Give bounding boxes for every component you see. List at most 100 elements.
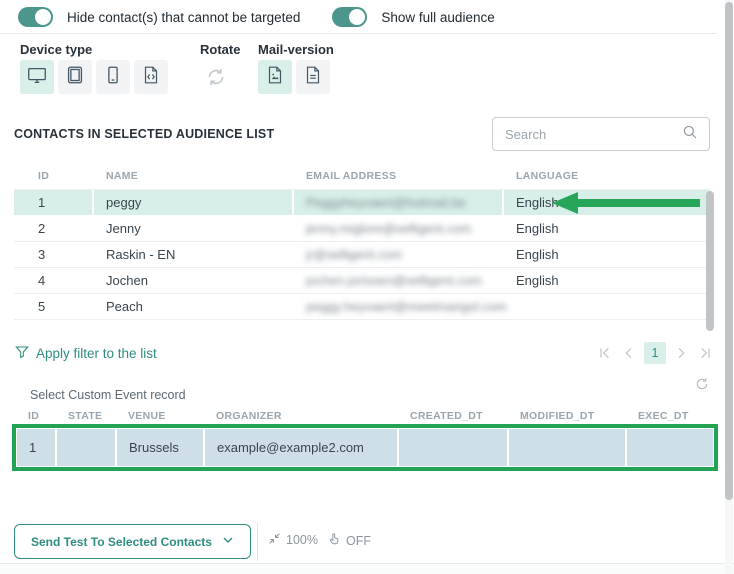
refresh-icon[interactable]	[694, 376, 710, 392]
cell-email-blurred: jr@selligent.com	[306, 247, 402, 262]
pagination-first-button[interactable]	[596, 344, 614, 362]
search-input[interactable]	[505, 127, 681, 142]
image-document-icon	[264, 64, 286, 91]
col-state: STATE	[56, 410, 116, 422]
cell-id: 3	[14, 242, 94, 267]
cell-name: peggy	[94, 190, 294, 215]
text-document-icon	[302, 64, 324, 91]
contacts-table-scrollbar[interactable]	[706, 191, 714, 331]
zoom-indicator[interactable]: 100%	[268, 532, 318, 548]
cell-id: 1	[17, 429, 57, 466]
contact-row[interactable]: 3 Raskin - EN jr@selligent.com English	[14, 242, 710, 268]
device-tablet-button[interactable]	[58, 60, 92, 94]
cell-email-blurred: Peggyheyvaert@hotmail.be	[306, 195, 466, 210]
contacts-list-title: CONTACTS IN SELECTED AUDIENCE LIST	[14, 127, 274, 141]
test-send-panel: Hide contact(s) that cannot be targeted …	[0, 0, 734, 574]
device-desktop-button[interactable]	[20, 60, 54, 94]
page-scrollbar[interactable]	[725, 0, 733, 574]
cell-name: Jenny	[94, 216, 294, 241]
custom-event-label: Select Custom Event record	[30, 388, 186, 402]
mail-version-label: Mail-version	[258, 42, 334, 57]
toggles-row: Hide contact(s) that cannot be targeted …	[18, 7, 513, 27]
col-email: EMAIL ADDRESS	[294, 170, 504, 182]
filter-funnel-icon	[14, 344, 30, 363]
custom-event-table: ID STATE VENUE ORGANIZER CREATED_DT MODI…	[16, 406, 716, 426]
device-mobile-button[interactable]	[96, 60, 130, 94]
tablet-icon	[64, 64, 86, 91]
code-file-icon	[140, 64, 162, 91]
pagination-prev-button[interactable]	[620, 344, 638, 362]
cell-state	[57, 429, 117, 466]
divider	[257, 522, 258, 561]
divider	[0, 33, 717, 34]
cell-venue: Brussels	[117, 429, 205, 466]
interaction-toggle-indicator[interactable]: OFF	[327, 532, 371, 549]
preview-controls: Device type Rotate Mail-version	[20, 42, 710, 96]
mail-version-image-button[interactable]	[258, 60, 292, 94]
cell-email-blurred: jenny.miglore@selligent.com	[306, 221, 471, 236]
show-full-audience-toggle[interactable]	[332, 7, 367, 27]
pagination-last-button[interactable]	[696, 344, 714, 362]
cell-language	[504, 294, 710, 319]
col-modified-dt: MODIFIED_DT	[508, 410, 626, 422]
cell-organizer: example@example2.com	[205, 429, 399, 466]
cell-name: Jochen	[94, 268, 294, 293]
pagination-next-button[interactable]	[672, 344, 690, 362]
rotate-label: Rotate	[200, 42, 240, 57]
rotate-button[interactable]	[203, 64, 229, 90]
footer-strip	[0, 563, 734, 574]
cell-name: Raskin - EN	[94, 242, 294, 267]
cell-id: 1	[14, 190, 94, 215]
desktop-icon	[26, 64, 48, 91]
cell-language: English	[504, 268, 710, 293]
col-id: ID	[14, 170, 94, 182]
contact-row[interactable]: 5 Peach peggy.heyvaert@meetmarigol.com	[14, 294, 710, 320]
mail-version-text-button[interactable]	[296, 60, 330, 94]
cell-id: 4	[14, 268, 94, 293]
col-venue: VENUE	[116, 410, 204, 422]
device-source-button[interactable]	[134, 60, 168, 94]
page-scrollbar-thumb[interactable]	[725, 2, 733, 500]
apply-filter-link[interactable]: Apply filter to the list	[14, 344, 157, 363]
pagination: 1	[596, 342, 714, 364]
cell-id: 5	[14, 294, 94, 319]
col-created-dt: CREATED_DT	[398, 410, 508, 422]
annotation-arrow-icon	[552, 192, 700, 214]
col-exec-dt: EXEC_DT	[626, 410, 716, 422]
resize-icon	[268, 532, 281, 548]
cell-exec-dt	[627, 429, 713, 466]
col-language: LANGUAGE	[504, 170, 710, 182]
send-test-button[interactable]: Send Test To Selected Contacts	[14, 524, 251, 559]
chevron-down-icon	[220, 532, 236, 551]
mobile-icon	[102, 64, 124, 91]
cell-id: 2	[14, 216, 94, 241]
contact-row-selected[interactable]: 1 peggy Peggyheyvaert@hotmail.be English	[14, 190, 710, 216]
device-type-label: Device type	[20, 42, 92, 57]
cell-created-dt	[399, 429, 509, 466]
toggle-knob	[35, 9, 51, 25]
filter-pagination-row: Apply filter to the list 1	[14, 341, 714, 365]
contacts-table-body: 1 peggy Peggyheyvaert@hotmail.be English…	[14, 190, 710, 320]
cell-language: English	[504, 216, 710, 241]
col-organizer: ORGANIZER	[204, 410, 398, 422]
cell-language: English	[504, 242, 710, 267]
contact-row[interactable]: 2 Jenny jenny.miglore@selligent.com Engl…	[14, 216, 710, 242]
search-icon[interactable]	[681, 123, 699, 146]
custom-event-row-selected[interactable]: 1 Brussels example@example2.com	[17, 429, 713, 466]
cell-email-blurred: jochen.jorissen@selligent.com	[306, 273, 482, 288]
contacts-table: ID NAME EMAIL ADDRESS LANGUAGE 1 peggy P…	[14, 163, 710, 320]
hide-untargetable-toggle[interactable]	[18, 7, 53, 27]
col-name: NAME	[94, 170, 294, 182]
toggle-knob	[349, 9, 365, 25]
cell-email-blurred: peggy.heyvaert@meetmarigol.com	[306, 299, 507, 314]
pagination-current-page[interactable]: 1	[644, 342, 666, 364]
hide-untargetable-label: Hide contact(s) that cannot be targeted	[67, 10, 300, 25]
hand-pointer-icon	[327, 532, 341, 549]
rotate-icon	[203, 77, 229, 94]
cell-name: Peach	[94, 294, 294, 319]
custom-event-table-header: ID STATE VENUE ORGANIZER CREATED_DT MODI…	[16, 406, 716, 426]
show-full-audience-label: Show full audience	[381, 10, 494, 25]
search-box	[492, 117, 710, 151]
contact-row[interactable]: 4 Jochen jochen.jorissen@selligent.com E…	[14, 268, 710, 294]
cell-modified-dt	[509, 429, 627, 466]
